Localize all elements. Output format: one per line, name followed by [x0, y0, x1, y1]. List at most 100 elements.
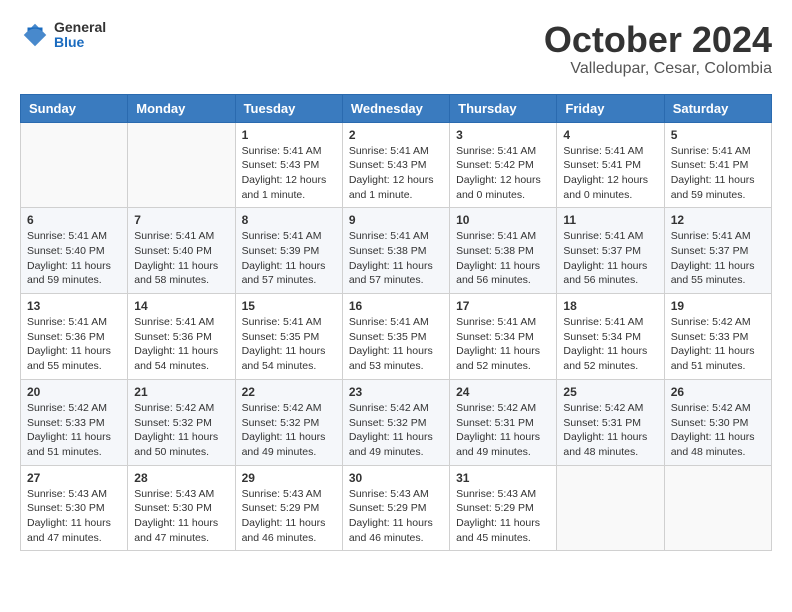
day-number: 10 [456, 213, 550, 227]
page-header: General Blue October 2024 Valledupar, Ce… [20, 20, 772, 78]
calendar-cell: 13 Sunrise: 5:41 AM Sunset: 5:36 PM Dayli… [21, 294, 128, 380]
calendar-cell: 17Sunrise: 5:41 AM Sunset: 5:34 PM Dayli… [450, 294, 557, 380]
calendar-cell: 20 Sunrise: 5:42 AM Sunset: 5:33 PM Dayli… [21, 379, 128, 465]
day-number: 19 [671, 299, 765, 313]
day-info: Sunrise: 5:42 AM Sunset: 5:33 PM Dayligh… [671, 315, 765, 374]
calendar-cell [128, 122, 235, 208]
calendar-cell: 24 Sunrise: 5:42 AM Sunset: 5:31 PM Dayli… [450, 379, 557, 465]
logo-text: General Blue [54, 20, 106, 51]
day-info: Sunrise: 5:41 AM Sunset: 5:39 PM Dayligh… [242, 229, 336, 288]
day-number: 28 [134, 471, 228, 485]
location-subtitle: Valledupar, Cesar, Colombia [544, 60, 772, 78]
weekday-header-friday: Friday [557, 94, 664, 122]
calendar-cell: 10Sunrise: 5:41 AM Sunset: 5:38 PM Dayli… [450, 208, 557, 294]
calendar-cell: 26 Sunrise: 5:42 AM Sunset: 5:30 PM Dayli… [664, 379, 771, 465]
day-number: 30 [349, 471, 443, 485]
calendar-cell: 23Sunrise: 5:42 AM Sunset: 5:32 PM Dayli… [342, 379, 449, 465]
calendar-cell: 30 Sunrise: 5:43 AM Sunset: 5:29 PM Dayli… [342, 465, 449, 551]
calendar-cell: 11Sunrise: 5:41 AM Sunset: 5:37 PM Dayli… [557, 208, 664, 294]
weekday-header-row: SundayMondayTuesdayWednesdayThursdayFrid… [21, 94, 772, 122]
calendar-cell: 4Sunrise: 5:41 AM Sunset: 5:41 PM Daylig… [557, 122, 664, 208]
calendar-week-row: 20 Sunrise: 5:42 AM Sunset: 5:33 PM Dayli… [21, 379, 772, 465]
day-number: 20 [27, 385, 121, 399]
day-info: Sunrise: 5:42 AM Sunset: 5:32 PM Dayligh… [134, 401, 228, 460]
calendar-cell: 21 Sunrise: 5:42 AM Sunset: 5:32 PM Dayli… [128, 379, 235, 465]
day-info: Sunrise: 5:43 AM Sunset: 5:29 PM Dayligh… [456, 487, 550, 546]
day-info: Sunrise: 5:42 AM Sunset: 5:30 PM Dayligh… [671, 401, 765, 460]
logo-icon [20, 20, 50, 50]
day-info: Sunrise: 5:41 AM Sunset: 5:34 PM Dayligh… [563, 315, 657, 374]
calendar-week-row: 1 Sunrise: 5:41 AM Sunset: 5:43 PM Daylig… [21, 122, 772, 208]
day-number: 27 [27, 471, 121, 485]
calendar-cell: 7 Sunrise: 5:41 AM Sunset: 5:40 PM Daylig… [128, 208, 235, 294]
calendar-cell: 31 Sunrise: 5:43 AM Sunset: 5:29 PM Dayli… [450, 465, 557, 551]
calendar-cell [664, 465, 771, 551]
day-number: 29 [242, 471, 336, 485]
day-number: 3 [456, 128, 550, 142]
day-number: 1 [242, 128, 336, 142]
day-number: 13 [27, 299, 121, 313]
day-number: 21 [134, 385, 228, 399]
day-info: Sunrise: 5:42 AM Sunset: 5:31 PM Dayligh… [563, 401, 657, 460]
day-info: Sunrise: 5:41 AM Sunset: 5:37 PM Dayligh… [563, 229, 657, 288]
logo: General Blue [20, 20, 106, 51]
day-info: Sunrise: 5:41 AM Sunset: 5:35 PM Dayligh… [349, 315, 443, 374]
calendar-cell: 1Sunrise: 5:41 AM Sunset: 5:43 PM Daylig… [235, 122, 342, 208]
calendar-week-row: 6Sunrise: 5:41 AM Sunset: 5:40 PM Daylig… [21, 208, 772, 294]
calendar-cell: 14 Sunrise: 5:41 AM Sunset: 5:36 PM Dayli… [128, 294, 235, 380]
day-number: 24 [456, 385, 550, 399]
day-number: 17 [456, 299, 550, 313]
calendar-cell: 28 Sunrise: 5:43 AM Sunset: 5:30 PM Dayli… [128, 465, 235, 551]
day-info: Sunrise: 5:43 AM Sunset: 5:30 PM Dayligh… [27, 487, 121, 546]
day-number: 4 [563, 128, 657, 142]
weekday-header-wednesday: Wednesday [342, 94, 449, 122]
day-info: Sunrise: 5:42 AM Sunset: 5:31 PM Dayligh… [456, 401, 550, 460]
day-info: Sunrise: 5:41 AM Sunset: 5:36 PM Dayligh… [134, 315, 228, 374]
calendar-cell: 27 Sunrise: 5:43 AM Sunset: 5:30 PM Dayli… [21, 465, 128, 551]
calendar-cell: 2 Sunrise: 5:41 AM Sunset: 5:43 PM Daylig… [342, 122, 449, 208]
calendar-week-row: 13 Sunrise: 5:41 AM Sunset: 5:36 PM Dayli… [21, 294, 772, 380]
day-number: 15 [242, 299, 336, 313]
day-info: Sunrise: 5:41 AM Sunset: 5:40 PM Dayligh… [27, 229, 121, 288]
month-title: October 2024 [544, 20, 772, 60]
day-number: 26 [671, 385, 765, 399]
title-block: October 2024 Valledupar, Cesar, Colombia [544, 20, 772, 78]
day-number: 31 [456, 471, 550, 485]
calendar-cell: 19 Sunrise: 5:42 AM Sunset: 5:33 PM Dayli… [664, 294, 771, 380]
day-info: Sunrise: 5:41 AM Sunset: 5:36 PM Dayligh… [27, 315, 121, 374]
day-number: 9 [349, 213, 443, 227]
calendar-cell: 12 Sunrise: 5:41 AM Sunset: 5:37 PM Dayli… [664, 208, 771, 294]
calendar-cell: 3Sunrise: 5:41 AM Sunset: 5:42 PM Daylig… [450, 122, 557, 208]
day-info: Sunrise: 5:41 AM Sunset: 5:37 PM Dayligh… [671, 229, 765, 288]
day-number: 5 [671, 128, 765, 142]
calendar-cell [557, 465, 664, 551]
day-info: Sunrise: 5:43 AM Sunset: 5:29 PM Dayligh… [349, 487, 443, 546]
day-info: Sunrise: 5:43 AM Sunset: 5:30 PM Dayligh… [134, 487, 228, 546]
calendar-cell: 29 Sunrise: 5:43 AM Sunset: 5:29 PM Dayli… [235, 465, 342, 551]
day-number: 14 [134, 299, 228, 313]
day-number: 25 [563, 385, 657, 399]
day-number: 12 [671, 213, 765, 227]
day-info: Sunrise: 5:41 AM Sunset: 5:43 PM Dayligh… [349, 144, 443, 203]
calendar-cell: 9 Sunrise: 5:41 AM Sunset: 5:38 PM Daylig… [342, 208, 449, 294]
day-number: 22 [242, 385, 336, 399]
weekday-header-thursday: Thursday [450, 94, 557, 122]
calendar-cell: 22 Sunrise: 5:42 AM Sunset: 5:32 PM Dayli… [235, 379, 342, 465]
day-info: Sunrise: 5:41 AM Sunset: 5:38 PM Dayligh… [349, 229, 443, 288]
day-info: Sunrise: 5:42 AM Sunset: 5:32 PM Dayligh… [242, 401, 336, 460]
day-number: 8 [242, 213, 336, 227]
day-number: 18 [563, 299, 657, 313]
day-info: Sunrise: 5:41 AM Sunset: 5:40 PM Dayligh… [134, 229, 228, 288]
calendar-week-row: 27 Sunrise: 5:43 AM Sunset: 5:30 PM Dayli… [21, 465, 772, 551]
day-number: 7 [134, 213, 228, 227]
calendar-cell: 16Sunrise: 5:41 AM Sunset: 5:35 PM Dayli… [342, 294, 449, 380]
day-number: 2 [349, 128, 443, 142]
weekday-header-saturday: Saturday [664, 94, 771, 122]
weekday-header-sunday: Sunday [21, 94, 128, 122]
logo-blue: Blue [54, 35, 106, 50]
calendar-cell: 8 Sunrise: 5:41 AM Sunset: 5:39 PM Daylig… [235, 208, 342, 294]
day-info: Sunrise: 5:43 AM Sunset: 5:29 PM Dayligh… [242, 487, 336, 546]
calendar-cell [21, 122, 128, 208]
day-info: Sunrise: 5:42 AM Sunset: 5:33 PM Dayligh… [27, 401, 121, 460]
day-info: Sunrise: 5:41 AM Sunset: 5:35 PM Dayligh… [242, 315, 336, 374]
